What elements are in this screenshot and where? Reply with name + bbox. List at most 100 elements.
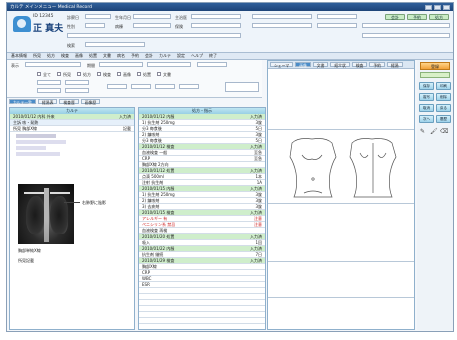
record-panel: カルテ 2010/01/12 内科 外来 入力済 主訴 咳・発熱 所見 胸部X線…	[9, 107, 135, 330]
schema-panel: シェーマ 画像 文書 紹介状 検査 予約 経過	[267, 60, 415, 330]
back-button[interactable]: 戻る	[436, 104, 451, 112]
menu-item-7[interactable]: 文書	[103, 53, 111, 59]
body-schema-drawing[interactable]	[278, 133, 408, 199]
menu-item-10[interactable]: 会計	[145, 53, 153, 59]
tab-appointment[interactable]: 予約	[369, 62, 385, 68]
menu-bar: 基本情報 所見 処方 検査 画像 処置 文書 病名 予約 会計 カルテ 設定 ヘ…	[7, 53, 453, 60]
tab-course[interactable]: 経過	[386, 62, 403, 68]
order-row-text: 2010/01/12 検査	[142, 144, 175, 149]
ward-field[interactable]	[133, 23, 171, 28]
menu-item-5[interactable]: 画像	[75, 53, 83, 59]
order-row-tag: 入力済	[250, 234, 262, 239]
tab-image-history[interactable]: 画像歴	[80, 99, 101, 105]
order-row[interactable]	[139, 324, 265, 329]
menu-item-14[interactable]: 終了	[209, 53, 217, 59]
filter-apply-area[interactable]	[225, 82, 259, 92]
order-row-tag: 入力済	[250, 114, 262, 119]
menu-item-8[interactable]: 病名	[117, 53, 125, 59]
filter-field-e[interactable]	[107, 84, 127, 89]
order-row-text: 注射 抗生剤	[142, 180, 164, 185]
status-button-3[interactable]: 処方	[429, 14, 449, 20]
menu-item-12[interactable]: 設定	[177, 53, 185, 59]
history-button[interactable]: 履歴	[436, 115, 451, 123]
menu-item-11[interactable]: カルテ	[159, 53, 171, 59]
tab-lab-history[interactable]: 検査歴	[59, 99, 79, 105]
menu-item-13[interactable]: ヘルプ	[191, 53, 203, 59]
tab-image[interactable]: 画像	[295, 62, 311, 68]
maximize-button[interactable]	[434, 4, 441, 10]
filter-field-c[interactable]	[37, 88, 61, 93]
cancel-button[interactable]: 取消	[419, 104, 434, 112]
menu-item-6[interactable]: 処置	[89, 53, 97, 59]
close-button[interactable]	[443, 4, 450, 10]
search-input[interactable]	[85, 42, 145, 47]
tab-chart-list[interactable]: カルテ一覧	[9, 99, 36, 105]
tab-lab[interactable]: 検査	[351, 62, 368, 68]
status-button-1[interactable]: 会計	[385, 14, 405, 20]
info-field-1[interactable]	[252, 14, 312, 19]
info-field-2[interactable]	[252, 23, 312, 28]
list-item-text: 2010/01/12 内科 外来	[13, 114, 55, 119]
department-select[interactable]	[197, 62, 227, 67]
filter-checkbox-7[interactable]	[157, 72, 161, 76]
status-button-2[interactable]: 予約	[407, 14, 427, 20]
info-field-6[interactable]	[362, 33, 450, 38]
save-button[interactable]: 保存	[419, 82, 434, 90]
menu-item-9[interactable]: 予約	[131, 53, 139, 59]
order-row-tag: 注意	[254, 216, 262, 221]
order-row-text: 1) 抗生剤 250mg	[142, 120, 175, 125]
menu-item-1[interactable]: 基本情報	[11, 53, 27, 59]
filter-checkbox-6[interactable]	[137, 72, 141, 76]
register-button[interactable]: 登録	[420, 62, 450, 70]
menu-item-2[interactable]: 所見	[33, 53, 41, 59]
visit-date-field[interactable]	[85, 14, 111, 19]
info-field-3[interactable]	[317, 14, 357, 19]
filter-checkbox-4[interactable]	[97, 72, 101, 76]
filter-field-f[interactable]	[131, 84, 151, 89]
menu-item-3[interactable]: 処方	[47, 53, 55, 59]
filter-field-b[interactable]	[65, 80, 89, 85]
order-row-text: 2) 鎮咳剤	[142, 198, 160, 203]
tab-document[interactable]: 文書	[312, 62, 329, 68]
filter-field-g[interactable]	[155, 84, 175, 89]
tab-progress[interactable]: 経過表	[37, 99, 58, 105]
minimize-button[interactable]	[425, 4, 432, 10]
print-button[interactable]: 印刷	[436, 82, 451, 90]
list-item[interactable]: 所見 胸部X線 記載	[10, 126, 134, 132]
xray-caption: 胸部単純X線	[18, 248, 41, 253]
birthdate-field[interactable]	[133, 14, 171, 19]
filter-field-a[interactable]	[37, 80, 61, 85]
tab-referral[interactable]: 紹介状	[330, 62, 350, 68]
filter-checkbox-1[interactable]	[37, 72, 41, 76]
order-row-tag: 5日	[255, 138, 262, 143]
tool-column: 登録 保存 印刷 複写 削除 取消 戻る 次へ 履歴 ✎ 🖌 ⌫	[417, 60, 453, 330]
pen-tool-icon[interactable]: ✎	[420, 128, 425, 135]
period-end-field[interactable]	[147, 62, 191, 67]
eraser-tool-icon[interactable]: ⌫	[440, 128, 448, 135]
brush-tool-icon[interactable]: 🖌	[430, 128, 438, 135]
filter-checkbox-5[interactable]	[117, 72, 121, 76]
display-select[interactable]	[25, 62, 81, 67]
period-start-field[interactable]	[99, 62, 143, 67]
delete-button[interactable]: 削除	[436, 93, 451, 101]
tab-schema[interactable]: シェーマ	[270, 62, 294, 68]
scapula-right	[377, 152, 387, 158]
memo-field[interactable]	[67, 33, 241, 38]
filter-checkbox-2[interactable]	[57, 72, 61, 76]
filter-checkbox-3[interactable]	[77, 72, 81, 76]
note-line	[16, 140, 66, 144]
schema-tab-bar: シェーマ 画像 文書 紹介状 検査 予約 経過	[268, 61, 414, 69]
chest-xray-image[interactable]	[18, 184, 74, 244]
copy-button[interactable]: 複写	[419, 93, 434, 101]
next-button[interactable]: 次へ	[419, 115, 434, 123]
doctor-field[interactable]	[191, 14, 241, 19]
order-row-tag: 7日	[255, 252, 262, 257]
filter-field-h[interactable]	[179, 84, 199, 89]
info-field-5[interactable]	[362, 23, 450, 28]
menu-item-4[interactable]: 検査	[61, 53, 69, 59]
insurance-field[interactable]	[191, 23, 241, 28]
filter-field-d[interactable]	[65, 88, 89, 93]
info-field-4[interactable]	[317, 23, 357, 28]
order-row-tag: 3錠	[255, 120, 262, 125]
sex-field[interactable]	[85, 23, 105, 28]
